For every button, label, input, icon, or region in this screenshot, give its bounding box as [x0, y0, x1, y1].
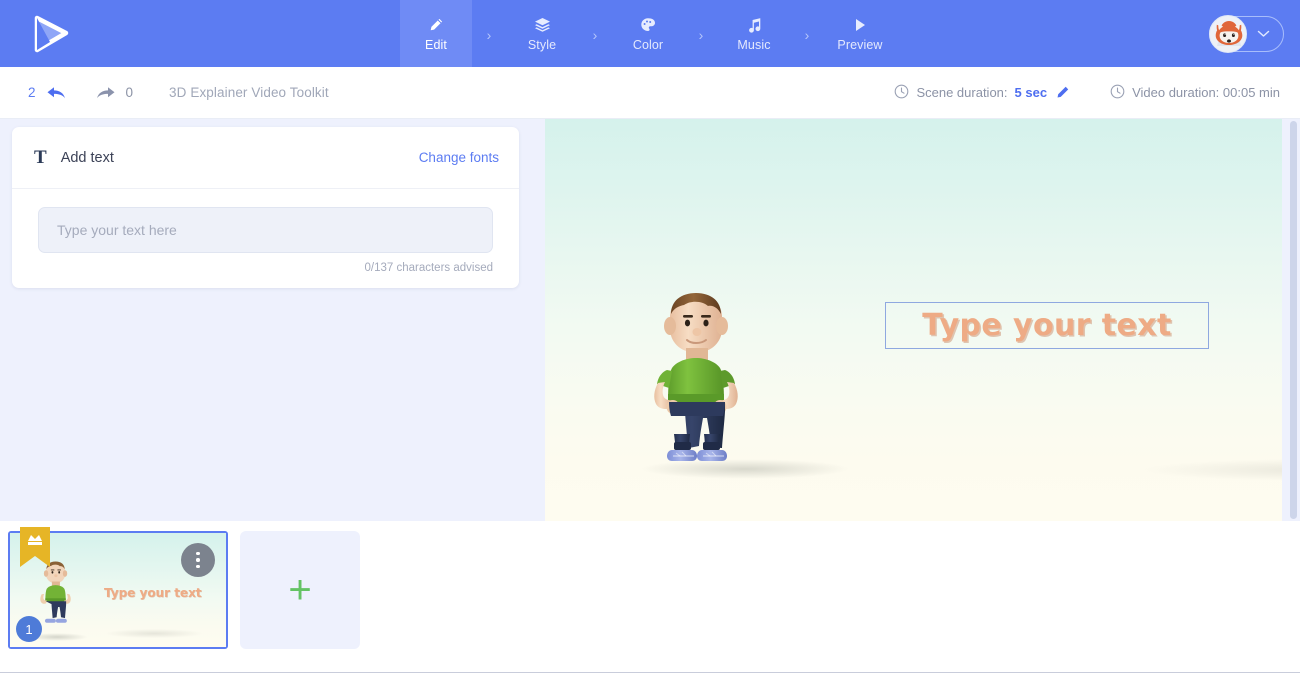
add-text-card: T Add text Change fonts 0/137 characters… — [12, 127, 519, 288]
add-scene-button[interactable]: + — [240, 531, 360, 649]
tab-music-label: Music — [737, 37, 771, 52]
pencil-icon — [428, 16, 444, 33]
text-T-icon: T — [34, 146, 47, 168]
tab-style-label: Style — [527, 37, 557, 52]
scene-duration: Scene duration: 5 sec — [894, 84, 1070, 102]
clock-icon — [894, 84, 909, 102]
tab-music[interactable]: Music — [718, 0, 790, 67]
scene-text-input[interactable] — [38, 207, 493, 253]
nav-left-spacer — [100, 0, 400, 67]
thumbnail-text: Type your text — [104, 586, 202, 600]
redo-count: 0 — [125, 85, 134, 100]
vertical-scrollbar[interactable] — [1290, 121, 1297, 519]
music-note-icon — [747, 16, 762, 33]
workflow-step-tabs: Edit › Style › Color › Music › Preview — [400, 0, 896, 67]
left-editor-panel: T Add text Change fonts 0/137 characters… — [0, 119, 545, 521]
tab-color[interactable]: Color — [612, 0, 684, 67]
plus-icon: + — [288, 568, 312, 612]
scene-number-badge: 1 — [16, 616, 42, 642]
video-duration: Video duration: 00:05 min — [1110, 84, 1280, 102]
play-icon — [853, 16, 867, 33]
scene-thumbnail-1[interactable]: Type your text 1 — [8, 527, 228, 649]
scene-stage[interactable]: Type your text — [545, 119, 1282, 521]
scene-duration-value: 5 sec — [1014, 85, 1048, 100]
avatar — [1209, 14, 1247, 53]
account-area — [1209, 0, 1300, 67]
scene-options-three-dots-icon[interactable] — [181, 543, 215, 577]
scene-duration-label: Scene duration: — [916, 85, 1008, 100]
thumbnail-ground-shadow — [106, 629, 202, 638]
project-title[interactable]: 3D Explainer Video Toolkit — [169, 85, 329, 100]
redo-arrow-icon[interactable] — [92, 82, 118, 104]
undo-arrow-icon[interactable] — [44, 82, 70, 104]
nav-separator-2: › — [592, 26, 598, 43]
account-menu-button[interactable] — [1209, 14, 1284, 53]
tab-preview-label: Preview — [837, 37, 883, 52]
nav-separator-3: › — [698, 26, 704, 43]
app-logo[interactable] — [0, 0, 100, 67]
tab-preview[interactable]: Preview — [824, 0, 896, 67]
tab-edit-label: Edit — [425, 37, 447, 52]
tab-style[interactable]: Style — [506, 0, 578, 67]
chevron-down-icon — [1247, 30, 1279, 38]
project-toolbar: 2 0 3D Explainer Video Toolkit Scene dur… — [0, 67, 1300, 119]
stage-text-placeholder: Type your text — [922, 308, 1172, 343]
edit-scene-duration-pencil-icon[interactable] — [1055, 85, 1070, 100]
tab-color-label: Color — [632, 37, 664, 52]
crown-ribbon-icon[interactable] — [20, 527, 50, 569]
clock-icon — [1110, 84, 1125, 102]
palette-icon — [640, 16, 656, 33]
ground-shadow — [1145, 459, 1282, 481]
play-triangle-logo-icon — [28, 12, 72, 56]
character-counter: 0/137 characters advised — [364, 262, 494, 274]
change-fonts-button[interactable]: Change fonts — [419, 150, 499, 165]
video-duration-text: Video duration: 00:05 min — [1132, 85, 1280, 100]
add-text-title: Add text — [60, 149, 114, 166]
nav-separator-4: › — [804, 26, 810, 43]
workspace: T Add text Change fonts 0/137 characters… — [0, 119, 1300, 521]
scene-timeline: Type your text 1 + — [0, 521, 1300, 669]
history-controls: 2 0 — [0, 82, 133, 104]
add-text-card-header: T Add text Change fonts — [12, 127, 519, 189]
add-text-card-body: 0/137 characters advised — [12, 189, 519, 288]
canvas-pane: Type your text — [545, 119, 1300, 521]
stage-text-box[interactable]: Type your text — [885, 302, 1209, 349]
top-navigation-bar: Edit › Style › Color › Music › Preview — [0, 0, 1300, 67]
tab-edit[interactable]: Edit — [400, 0, 472, 67]
3d-male-character[interactable] — [615, 284, 785, 469]
undo-count: 2 — [28, 85, 36, 100]
duration-info: Scene duration: 5 sec Video duration: 00… — [894, 84, 1300, 102]
layers-icon — [534, 16, 551, 33]
nav-separator-1: › — [486, 26, 492, 43]
